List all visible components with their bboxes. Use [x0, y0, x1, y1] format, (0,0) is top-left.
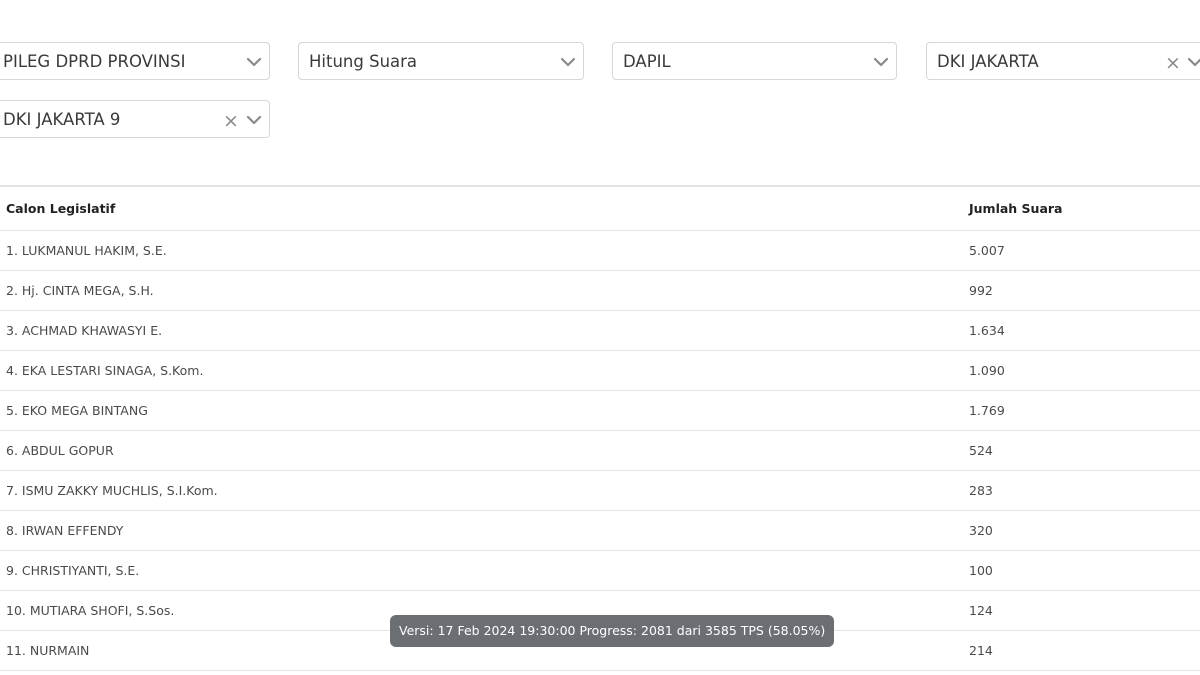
vote-count: 214 — [963, 630, 1200, 671]
election-type-value: PILEG DPRD PROVINSI — [3, 52, 186, 71]
province-select[interactable]: DKI JAKARTA × — [926, 42, 1200, 80]
vote-count: 1.769 — [963, 390, 1200, 431]
candidate-name: 2. Hj. CINTA MEGA, S.H. — [0, 270, 963, 311]
district-select[interactable]: DKI JAKARTA 9 × — [0, 100, 270, 138]
province-value: DKI JAKARTA — [937, 52, 1039, 71]
chevron-down-icon[interactable] — [559, 54, 577, 70]
candidate-name: 6. ABDUL GOPUR — [0, 430, 963, 471]
close-icon[interactable]: × — [223, 101, 239, 141]
vote-count: 283 — [963, 470, 1200, 511]
table-row: 3. ACHMAD KHAWASYI E. 1.634 — [0, 310, 1200, 351]
count-type-value: Hitung Suara — [309, 52, 418, 71]
candidate-name: 3. ACHMAD KHAWASYI E. — [0, 310, 963, 351]
candidate-name: 7. ISMU ZAKKY MUCHLIS, S.I.Kom. — [0, 470, 963, 511]
region-level-select[interactable]: DAPIL — [612, 42, 897, 80]
chevron-down-icon[interactable] — [1186, 54, 1200, 70]
candidate-name: 8. IRWAN EFFENDY — [0, 510, 963, 551]
results-table-container: Calon Legislatif Jumlah Suara 1. LUKMANU… — [0, 185, 1200, 671]
chevron-down-icon[interactable] — [245, 54, 263, 70]
vote-count: 320 — [963, 510, 1200, 551]
table-row: 1. LUKMANUL HAKIM, S.E. 5.007 — [0, 230, 1200, 271]
region-level-value: DAPIL — [623, 52, 671, 71]
candidate-name: 9. CHRISTIYANTI, S.E. — [0, 550, 963, 591]
vote-count: 1.090 — [963, 350, 1200, 391]
vote-count: 5.007 — [963, 230, 1200, 271]
version-progress-tooltip: Versi: 17 Feb 2024 19:30:00 Progress: 20… — [390, 615, 835, 647]
candidate-name: 5. EKO MEGA BINTANG — [0, 390, 963, 431]
chevron-down-icon[interactable] — [872, 54, 890, 70]
vote-count: 992 — [963, 270, 1200, 311]
count-type-select[interactable]: Hitung Suara — [298, 42, 584, 80]
results-table: Calon Legislatif Jumlah Suara 1. LUKMANU… — [0, 187, 1200, 671]
chevron-down-icon[interactable] — [245, 112, 263, 128]
vote-count: 124 — [963, 590, 1200, 631]
vote-count: 100 — [963, 550, 1200, 591]
table-row: 4. EKA LESTARI SINAGA, S.Kom. 1.090 — [0, 350, 1200, 391]
table-row: 5. EKO MEGA BINTANG 1.769 — [0, 390, 1200, 431]
election-type-select[interactable]: PILEG DPRD PROVINSI — [0, 42, 270, 80]
candidate-name: 1. LUKMANUL HAKIM, S.E. — [0, 230, 963, 271]
candidate-name: 4. EKA LESTARI SINAGA, S.Kom. — [0, 350, 963, 391]
table-row: 8. IRWAN EFFENDY 320 — [0, 510, 1200, 551]
close-icon[interactable]: × — [1165, 43, 1181, 83]
vote-count: 1.634 — [963, 310, 1200, 351]
table-row: 2. Hj. CINTA MEGA, S.H. 992 — [0, 270, 1200, 311]
vote-count: 524 — [963, 430, 1200, 471]
table-row: 6. ABDUL GOPUR 524 — [0, 430, 1200, 471]
district-value: DKI JAKARTA 9 — [3, 110, 121, 129]
table-row: 9. CHRISTIYANTI, S.E. 100 — [0, 550, 1200, 591]
table-row: 7. ISMU ZAKKY MUCHLIS, S.I.Kom. 283 — [0, 470, 1200, 511]
column-header-candidate: Calon Legislatif — [0, 187, 963, 231]
table-header-row: Calon Legislatif Jumlah Suara — [0, 187, 1200, 231]
column-header-votes: Jumlah Suara — [963, 187, 1200, 231]
